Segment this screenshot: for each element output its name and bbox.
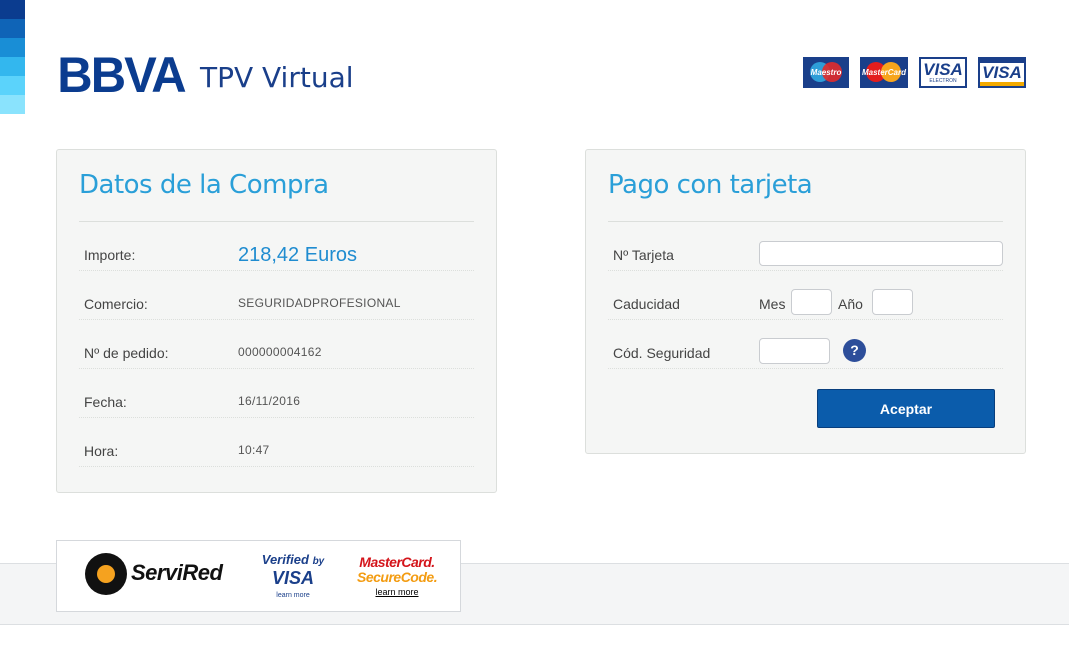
purchase-panel: Datos de la Compra Importe: 218,42 Euros… xyxy=(56,149,497,493)
payment-panel: Pago con tarjeta Nº Tarjeta Caducidad Me… xyxy=(585,149,1026,454)
visa-electron-sub: ELECTRON xyxy=(929,78,957,84)
header-logo: BBVA TPV Virtual xyxy=(56,47,354,103)
maestro-label: Maestro xyxy=(810,68,842,77)
visa-label: VISA xyxy=(982,63,1022,82)
row-importe: Importe: 218,42 Euros xyxy=(79,222,474,271)
mastercard-line2: SecureCode. xyxy=(357,569,438,585)
mastercard-line1: MasterCard. xyxy=(359,554,435,570)
row-comercio: Comercio: SEGURIDADPROFESIONAL xyxy=(79,271,474,320)
brand-stripe xyxy=(0,0,25,114)
mastercard-label: MasterCard xyxy=(861,68,906,77)
verified-by-line: Verified by xyxy=(253,553,333,569)
visa-electron-logo: VISA ELECTRON xyxy=(919,57,967,88)
accepted-cards: Maestro MasterCard VISA ELECTRON VISA xyxy=(803,57,1026,88)
stripe-band xyxy=(0,19,25,38)
row-card-number: Nº Tarjeta xyxy=(608,222,1003,271)
verified-visa-text: VISA xyxy=(271,568,314,588)
row-expiry: Caducidad Mes Año xyxy=(608,271,1003,320)
security-badges: ServiRed Verified by VISA learn more Mas… xyxy=(56,540,461,612)
expiry-label: Caducidad xyxy=(613,296,680,312)
row-hora: Hora: 10:47 xyxy=(79,418,474,467)
row-security-code: Cód. Seguridad ? xyxy=(608,320,1003,369)
year-input[interactable] xyxy=(872,289,913,315)
servired-logo: ServiRed xyxy=(131,560,223,585)
mastercard-securecode-badge[interactable]: MasterCard. SecureCode. learn more xyxy=(357,554,438,598)
stripe-band xyxy=(0,0,25,19)
card-number-input[interactable] xyxy=(759,241,1003,266)
purchase-title: Datos de la Compra xyxy=(79,170,329,200)
verified-by-text: by xyxy=(312,556,325,567)
row-fecha: Fecha: 16/11/2016 xyxy=(79,369,474,418)
stripe-band xyxy=(0,76,25,95)
security-code-label: Cód. Seguridad xyxy=(613,345,711,361)
fecha-value: 16/11/2016 xyxy=(238,394,301,408)
fecha-label: Fecha: xyxy=(84,394,127,410)
maestro-logo: Maestro xyxy=(803,57,849,88)
month-label: Mes xyxy=(759,296,786,312)
verified-text: Verified xyxy=(261,552,309,567)
security-code-input[interactable] xyxy=(759,338,830,364)
bbva-logo: BBVA xyxy=(57,47,186,103)
importe-value: 218,42 Euros xyxy=(238,244,357,266)
visa-logo: VISA xyxy=(978,57,1026,88)
payment-title: Pago con tarjeta xyxy=(608,170,813,200)
verified-by-visa-badge[interactable]: Verified by VISA learn more xyxy=(253,553,333,600)
pedido-value: 000000004162 xyxy=(238,345,322,359)
help-icon[interactable]: ? xyxy=(843,339,866,362)
securecode-learn-more-link[interactable]: learn more xyxy=(357,587,437,597)
stripe-band xyxy=(0,95,25,114)
product-name: TPV Virtual xyxy=(199,61,354,94)
year-label: Año xyxy=(838,296,863,312)
servired-icon xyxy=(85,553,127,595)
month-input[interactable] xyxy=(791,289,832,315)
stripe-band xyxy=(0,38,25,57)
accept-button[interactable]: Aceptar xyxy=(817,389,995,428)
pedido-label: Nº de pedido: xyxy=(84,345,169,361)
stripe-band xyxy=(0,57,25,76)
mastercard-logo: MasterCard xyxy=(860,57,908,88)
comercio-label: Comercio: xyxy=(84,296,148,312)
visa-bar-bottom xyxy=(980,82,1024,86)
card-number-label: Nº Tarjeta xyxy=(613,247,674,263)
visa-electron-label: VISA xyxy=(923,60,963,79)
hora-label: Hora: xyxy=(84,443,119,459)
hora-value: 10:47 xyxy=(238,443,270,457)
verified-learn-more-link[interactable]: learn more xyxy=(253,592,333,599)
row-pedido: Nº de pedido: 000000004162 xyxy=(79,320,474,369)
comercio-value: SEGURIDADPROFESIONAL xyxy=(238,296,401,310)
visa-bar-top xyxy=(980,59,1024,63)
importe-label: Importe: xyxy=(84,247,136,263)
